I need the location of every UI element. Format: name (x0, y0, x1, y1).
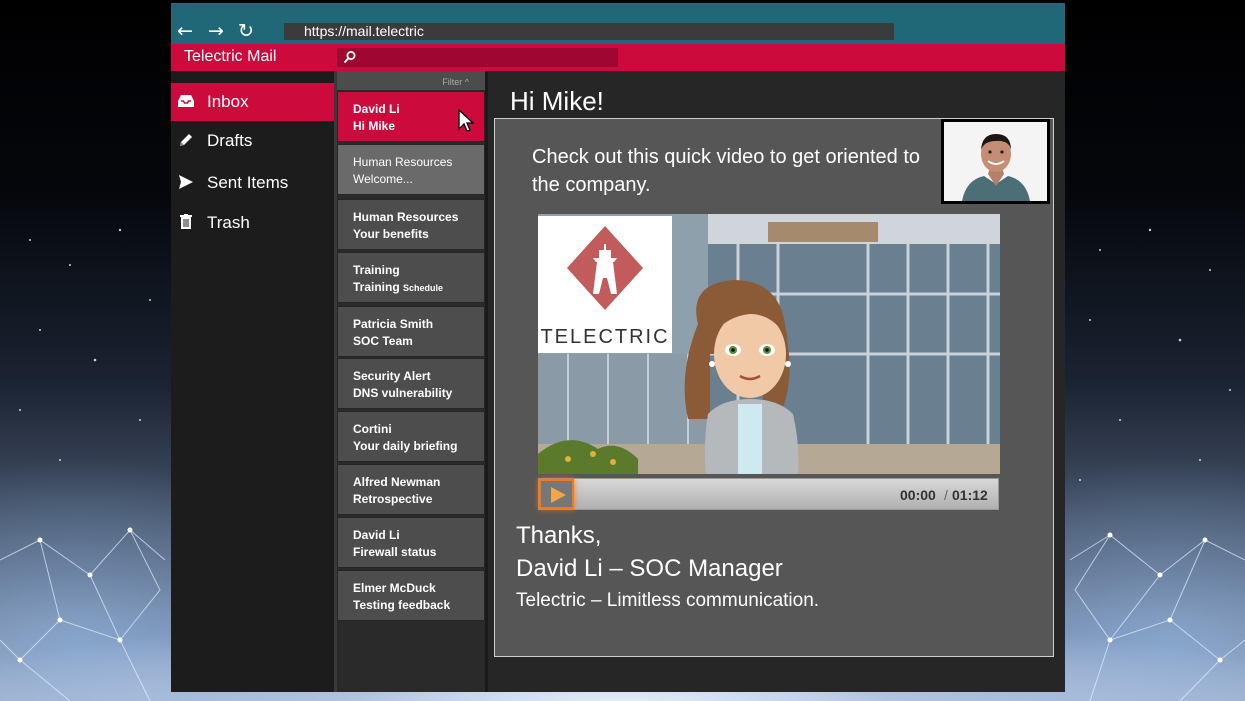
message-subject: Retrospective (353, 492, 433, 506)
mouse-cursor-icon (458, 108, 475, 132)
message-subject: Welcome... (353, 172, 413, 186)
play-button[interactable] (539, 479, 574, 509)
message-sender: Elmer McDuck (353, 581, 436, 595)
browser-toolbar: ← → ↻ https://mail.telectric (171, 3, 1065, 44)
sidebar-item-label: Trash (207, 213, 250, 232)
message-list: Filter ^ David Li Hi Mike Human Resource… (337, 71, 485, 692)
play-icon (551, 487, 566, 503)
message-sender: Human Resources (353, 155, 453, 169)
sidebar-item-inbox[interactable]: Inbox (171, 83, 334, 121)
message-sender: David Li (353, 102, 400, 116)
arrow-left-icon[interactable]: ← (174, 20, 196, 42)
video-player[interactable]: TELECTRIC (538, 214, 1000, 474)
folder-sidebar: Inbox Drafts Sent Items Trash (171, 71, 334, 692)
reading-pane: Hi Mike! Check out this quick video to g… (488, 71, 1065, 692)
sidebar-item-label: Sent Items (207, 173, 289, 192)
email-body-card: Check out this quick video to get orient… (494, 118, 1054, 657)
message-item[interactable]: Security Alert DNS vulnerability (337, 358, 485, 409)
email-tagline: Telectric – Limitless communication. (516, 590, 820, 611)
email-signature: David Li – SOC Manager (516, 555, 783, 582)
message-item[interactable]: Patricia Smith SOC Team (337, 306, 485, 357)
arrow-right-icon[interactable]: → (205, 20, 227, 42)
message-subject: Firewall status (353, 545, 437, 559)
message-sender: Cortini (353, 422, 392, 436)
sidebar-item-label: Inbox (207, 92, 249, 111)
message-sender: Training (353, 263, 400, 277)
message-sender: Security Alert (353, 369, 431, 383)
message-sender: Patricia Smith (353, 317, 434, 331)
search-icon (343, 51, 356, 64)
sidebar-item-trash[interactable]: Trash (171, 204, 334, 242)
pencil-icon (180, 134, 192, 146)
email-subject-heading: Hi Mike! (510, 86, 604, 116)
message-item[interactable]: David Li Firewall status (337, 517, 485, 568)
message-item[interactable]: David Li Hi Mike (337, 91, 485, 142)
video-time-separator: / (944, 487, 948, 503)
email-body-text: Check out this quick video to get orient… (532, 146, 921, 196)
message-subject-main: Training (353, 280, 400, 294)
message-subject: Your daily briefing (353, 439, 458, 453)
sender-avatar[interactable] (941, 119, 1050, 204)
video-time-current: 00:00 (900, 487, 936, 503)
message-subject: DNS vulnerability (353, 386, 453, 400)
app-title: Telectric Mail (184, 48, 277, 65)
message-item[interactable]: Elmer McDuck Testing feedback (337, 570, 485, 621)
inbox-icon (178, 95, 194, 107)
search-input[interactable] (337, 48, 618, 67)
mail-app-window: ← → ↻ https://mail.telectric Telectric M… (171, 3, 1065, 692)
sidebar-item-label: Drafts (207, 131, 253, 150)
company-logo-card: TELECTRIC (538, 216, 672, 353)
message-sender: Human Resources (353, 210, 459, 224)
sidebar-item-drafts[interactable]: Drafts (171, 122, 334, 160)
message-subject: Testing feedback (353, 598, 451, 612)
app-header: Telectric Mail (171, 44, 1065, 71)
trash-icon (180, 214, 192, 229)
sender-photo (944, 122, 1047, 201)
message-item[interactable]: Alfred Newman Retrospective (337, 464, 485, 515)
reload-icon[interactable]: ↻ (235, 20, 257, 42)
message-item[interactable]: Training Training Schedule (337, 252, 485, 303)
message-item[interactable]: Human Resources Your benefits (337, 199, 485, 250)
message-subject: Hi Mike (353, 119, 396, 133)
send-icon (179, 175, 193, 189)
message-subject-small: Schedule (403, 283, 444, 293)
message-subject: Your benefits (353, 227, 429, 241)
video-controls: 00:00 / 01:12 (538, 478, 999, 510)
sidebar-item-sent-items[interactable]: Sent Items (171, 164, 334, 202)
message-item[interactable]: Human Resources Welcome... (337, 144, 485, 195)
company-logo-icon (567, 226, 643, 310)
message-sender: Alfred Newman (353, 475, 441, 489)
message-item[interactable]: Cortini Your daily briefing (337, 411, 485, 462)
filter-button[interactable]: Filter ^ (337, 71, 485, 90)
message-subject: Training Schedule (353, 280, 443, 296)
message-subject: SOC Team (353, 334, 413, 348)
message-sender: David Li (353, 528, 400, 542)
address-bar[interactable]: https://mail.telectric (284, 23, 894, 40)
email-closing: Thanks, (516, 522, 602, 549)
video-time-total: 01:12 (952, 487, 988, 503)
company-logo-text: TELECTRIC (540, 326, 670, 348)
